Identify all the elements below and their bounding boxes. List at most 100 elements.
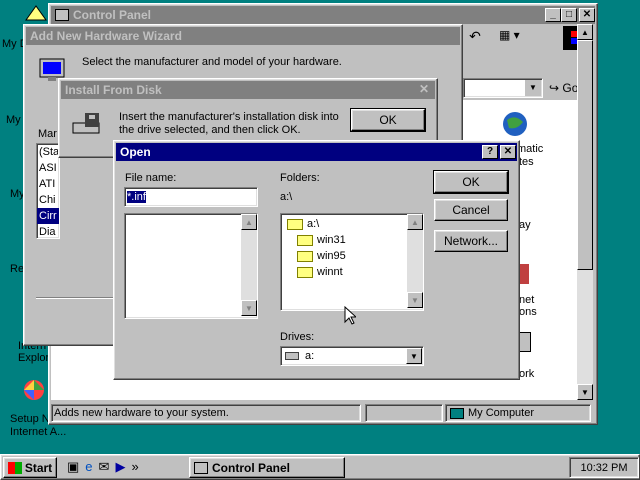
system-tray: 10:32 PM <box>569 457 639 478</box>
close-button[interactable]: ✕ <box>579 8 595 22</box>
scroll-up-button[interactable]: ▲ <box>407 214 423 230</box>
status-location-label: My Computer <box>468 407 535 419</box>
windows-flag-icon <box>7 461 22 474</box>
my-documents-icon <box>24 4 48 22</box>
media-player-icon[interactable]: ▶ <box>115 459 125 477</box>
desktop-icon-recycle-bin[interactable]: Re <box>10 263 24 275</box>
mouse-cursor-icon <box>344 305 358 326</box>
folder-item[interactable]: win95 <box>283 248 421 264</box>
ie-icon[interactable]: e <box>85 459 92 477</box>
folders-label: Folders: <box>280 172 320 184</box>
manufacturers-list[interactable]: (Sta ASI ATI Chi Cirr Dia <box>36 143 60 239</box>
control-panel-icon <box>55 9 69 21</box>
folder-label: win95 <box>317 250 346 262</box>
maximize-button[interactable]: □ <box>561 8 577 22</box>
current-path: a:\ <box>280 191 293 203</box>
scroll-down-button[interactable]: ▼ <box>407 292 423 308</box>
wizard-titlebar[interactable]: Add New Hardware Wizard <box>26 27 460 45</box>
network-button[interactable]: Network... <box>434 230 508 252</box>
folder-icon <box>297 234 313 246</box>
start-label: Start <box>24 460 53 475</box>
show-desktop-icon[interactable]: ▣ <box>67 459 79 477</box>
list-item[interactable]: Dia <box>37 224 59 238</box>
scroll-thumb[interactable] <box>577 40 593 270</box>
drives-select[interactable]: a: ▼ <box>280 346 424 366</box>
taskbar-control-panel[interactable]: Control Panel <box>189 457 345 478</box>
open-title: Open <box>120 145 151 159</box>
list-item[interactable]: ATI <box>37 176 59 192</box>
drives-dropdown-button[interactable]: ▼ <box>406 348 422 364</box>
file-name-input[interactable]: *.inf <box>124 187 258 207</box>
scroll-up-button[interactable]: ▲ <box>241 214 257 230</box>
content-scrollbar[interactable]: ▲ ▼ <box>577 24 593 400</box>
automatic-updates-icon[interactable] <box>501 110 529 138</box>
folder-item[interactable]: win31 <box>283 232 421 248</box>
minimize-button[interactable]: _ <box>545 8 561 22</box>
open-dialog: Open ? ✕ File name: *.inf ▲ ▼ Folders: a… <box>113 140 520 380</box>
item-label-3: ay <box>519 219 531 231</box>
floppy-drive-icon <box>285 352 299 360</box>
taskbar: Start ▣ e ✉ ▶ » Control Panel 10:32 PM <box>0 454 640 480</box>
outlook-icon[interactable]: ✉ <box>99 459 110 477</box>
task-label: Control Panel <box>212 460 291 475</box>
install-disk-titlebar[interactable]: Install From Disk <box>61 81 435 99</box>
item-label-4: net <box>519 294 535 306</box>
status-empty <box>365 404 443 422</box>
more-icon[interactable]: » <box>131 459 138 477</box>
open-close-button[interactable]: ✕ <box>500 145 516 159</box>
file-list[interactable]: ▲ ▼ <box>124 213 258 319</box>
tbtn-x[interactable]: ✕ <box>415 81 433 97</box>
scroll-up-button[interactable]: ▲ <box>577 24 593 40</box>
status-text: Adds new hardware to your system. <box>51 404 361 422</box>
folder-icon <box>297 250 313 262</box>
drive-value: a: <box>305 350 315 362</box>
desktop-icon-my-computer[interactable]: My <box>6 114 21 126</box>
folder-item[interactable]: winnt <box>283 264 421 280</box>
open-folder-icon <box>287 218 303 230</box>
status-location: My Computer <box>445 404 591 422</box>
folder-icon <box>297 266 313 278</box>
scroll-down-button[interactable]: ▼ <box>241 300 257 316</box>
start-button[interactable]: Start <box>3 457 57 478</box>
item-label-5: ons <box>519 306 537 318</box>
my-computer-icon <box>450 407 464 419</box>
file-name-label: File name: <box>125 172 177 184</box>
file-list-scrollbar[interactable]: ▲ ▼ <box>241 214 257 316</box>
open-ok-button[interactable]: OK <box>433 170 509 194</box>
item-label-6: ork <box>519 368 535 380</box>
folder-label: a:\ <box>307 218 320 230</box>
disk-drive-icon <box>71 111 103 139</box>
setup-msn-icon[interactable] <box>22 378 46 402</box>
address-dropdown-button[interactable]: ▼ <box>525 80 541 96</box>
list-item[interactable]: Chi <box>37 192 59 208</box>
list-item[interactable]: (Sta <box>37 144 59 160</box>
toolbar: ↶ ▦ ▾ <box>463 26 593 50</box>
file-name-value: *.inf <box>127 191 146 203</box>
list-item-selected[interactable]: Cirr <box>37 208 59 224</box>
views-icon[interactable]: ▦ ▾ <box>499 28 529 48</box>
manufacturers-label: Mar <box>38 128 57 140</box>
install-disk-message: Insert the manufacturer's installation d… <box>119 111 339 136</box>
folder-label: win31 <box>317 234 346 246</box>
undo-icon[interactable]: ↶ <box>463 28 487 48</box>
open-cancel-button[interactable]: Cancel <box>434 199 508 221</box>
open-titlebar[interactable]: Open ? ✕ <box>116 143 517 161</box>
wizard-instruction: Select the manufacturer and model of you… <box>82 56 342 68</box>
folder-item-root[interactable]: a:\ <box>283 216 421 232</box>
folder-label: winnt <box>317 266 343 278</box>
control-panel-titlebar[interactable]: Control Panel _ □ ✕ <box>51 6 595 24</box>
quick-launch: ▣ e ✉ ▶ » <box>67 459 177 477</box>
address-bar[interactable]: ▼ <box>463 78 543 98</box>
install-disk-ok-button[interactable]: OK <box>350 108 426 132</box>
item-label-2: tes <box>519 156 534 168</box>
drives-label: Drives: <box>280 331 315 343</box>
clock[interactable]: 10:32 PM <box>580 462 627 474</box>
folder-list[interactable]: a:\ win31 win95 winnt ▲ ▼ <box>280 213 424 311</box>
list-item[interactable]: ASI <box>37 160 59 176</box>
help-button[interactable]: ? <box>482 145 498 159</box>
scroll-down-button[interactable]: ▼ <box>577 384 593 400</box>
folder-list-scrollbar[interactable]: ▲ ▼ <box>407 214 423 308</box>
go-arrow-icon: ↪ <box>549 81 560 95</box>
control-panel-title: Control Panel <box>73 8 152 22</box>
item-label-1: matic <box>517 143 544 155</box>
